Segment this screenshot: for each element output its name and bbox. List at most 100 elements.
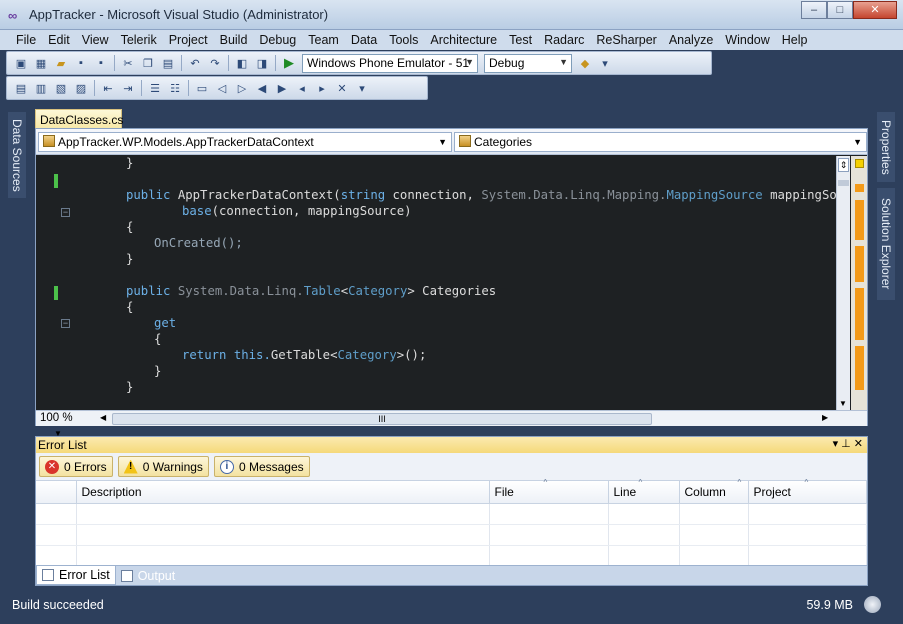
deployment-target-select[interactable]: Windows Phone Emulator - 51 ▼ xyxy=(302,53,478,73)
column-header-description[interactable]: Description xyxy=(76,481,490,504)
parameter-info-icon[interactable]: ▥ xyxy=(33,80,49,96)
column-header-project[interactable]: Project ^ xyxy=(748,478,867,504)
menu-build[interactable]: Build xyxy=(214,33,254,47)
collapse-region-icon[interactable]: − xyxy=(61,208,70,217)
code-line: { xyxy=(154,332,162,346)
output-icon xyxy=(120,569,133,582)
save-icon[interactable]: ▪ xyxy=(73,55,89,71)
column-header-line[interactable]: Line ^ xyxy=(608,478,680,504)
properties-tab[interactable]: Properties xyxy=(877,112,895,182)
comment-out-icon[interactable]: ☰ xyxy=(147,80,163,96)
maximize-button[interactable]: □ xyxy=(827,1,853,19)
document-tab-dataclasses[interactable]: DataClasses.cs xyxy=(35,109,123,129)
error-table: Description File ^ Line ^ Column ^ Project ^ xyxy=(36,478,867,567)
messages-filter-button[interactable]: i0 Messages xyxy=(213,456,310,477)
next-bookmark-folder-icon[interactable]: ▶ xyxy=(274,80,290,96)
solution-explorer-tab[interactable]: Solution Explorer xyxy=(877,188,895,300)
zoom-value: 100 % xyxy=(40,412,73,424)
add-item-icon[interactable]: ▦ xyxy=(33,55,49,71)
column-header-column[interactable]: Column ^ xyxy=(679,478,749,504)
navigate-backward-icon[interactable]: ◧ xyxy=(234,55,250,71)
previous-bookmark-document-icon[interactable]: ◂ xyxy=(294,80,310,96)
menu-architecture[interactable]: Architecture xyxy=(424,33,503,47)
menu-data[interactable]: Data xyxy=(345,33,383,47)
split-editor-icon[interactable]: ⇕ xyxy=(838,158,849,172)
code-line: public AppTrackerDataContext(string conn… xyxy=(126,188,836,202)
warnings-filter-button[interactable]: ! 0 Warnings xyxy=(117,456,209,477)
window-title: AppTracker - Microsoft Visual Studio (Ad… xyxy=(29,7,329,22)
error-icon: ✕ xyxy=(45,459,59,474)
next-bookmark-document-icon[interactable]: ▸ xyxy=(314,80,330,96)
table-row xyxy=(36,524,867,546)
tab-output[interactable]: Output xyxy=(116,566,181,585)
marker-stripe xyxy=(855,200,864,240)
menu-view[interactable]: View xyxy=(76,33,115,47)
column-header-file[interactable]: File ^ xyxy=(489,478,609,504)
menu-team[interactable]: Team xyxy=(302,33,345,47)
column-header-icon[interactable] xyxy=(36,481,77,504)
menu-analyze[interactable]: Analyze xyxy=(663,33,719,47)
data-sources-tab[interactable]: Data Sources xyxy=(8,112,26,198)
menu-resharper[interactable]: ReSharper xyxy=(590,33,662,47)
menu-debug[interactable]: Debug xyxy=(253,33,302,47)
toggle-bookmark-icon[interactable]: ▭ xyxy=(194,80,210,96)
complete-word-icon[interactable]: ▨ xyxy=(73,80,89,96)
code-line: { xyxy=(126,220,134,234)
paste-icon[interactable]: ▤ xyxy=(160,55,176,71)
menu-help[interactable]: Help xyxy=(776,33,814,47)
menu-radarc[interactable]: Radarc xyxy=(538,33,590,47)
navigate-forward-icon[interactable]: ◨ xyxy=(254,55,270,71)
horizontal-scroll-thumb[interactable]: III xyxy=(112,413,652,425)
increase-indent-icon[interactable]: ⇥ xyxy=(120,80,136,96)
toolbar-options-icon[interactable]: ▾ xyxy=(597,55,613,71)
redo-icon[interactable]: ↷ xyxy=(207,55,223,71)
change-marker xyxy=(54,174,58,188)
find-in-files-icon[interactable]: ◆ xyxy=(577,55,593,71)
standard-toolbar: ▣ ▦ ▰ ▪ ▪ ✂ ❐ ▤ ↶ ↷ ◧ ◨ ▶ Windows Phone … xyxy=(6,51,712,75)
minimize-button[interactable]: – xyxy=(801,1,827,19)
tab-error-list[interactable]: Error List xyxy=(36,566,116,585)
close-button[interactable]: ✕ xyxy=(853,1,897,19)
open-folder-icon[interactable]: ▰ xyxy=(53,55,69,71)
save-all-icon[interactable]: ▪ xyxy=(93,55,109,71)
errors-filter-button[interactable]: ✕ 0 Errors xyxy=(39,456,113,477)
member-dropdown[interactable]: Categories ▼ xyxy=(454,132,867,152)
marker-stripe xyxy=(855,288,864,340)
menu-telerik[interactable]: Telerik xyxy=(115,33,163,47)
scroll-down-icon[interactable]: ▼ xyxy=(839,399,847,408)
scroll-thumb[interactable] xyxy=(838,180,849,186)
code-text-area[interactable]: − − } public AppTrackerDataContext(strin… xyxy=(36,156,836,410)
menu-tools[interactable]: Tools xyxy=(383,33,424,47)
menu-edit[interactable]: Edit xyxy=(42,33,76,47)
menu-project[interactable]: Project xyxy=(163,33,214,47)
memory-indicator-icon[interactable] xyxy=(864,596,881,613)
collapse-region-icon[interactable]: − xyxy=(61,319,70,328)
solution-config-select[interactable]: Debug ▼ xyxy=(484,53,572,73)
deployment-target-value: Windows Phone Emulator - 51 xyxy=(307,55,470,70)
new-project-icon[interactable]: ▣ xyxy=(13,55,29,71)
start-debugging-icon[interactable]: ▶ xyxy=(281,55,297,71)
clear-bookmarks-icon[interactable]: ✕ xyxy=(334,80,350,96)
menu-window[interactable]: Window xyxy=(719,33,775,47)
uncomment-icon[interactable]: ☷ xyxy=(167,80,183,96)
chevron-down-icon: ▼ xyxy=(853,137,862,147)
toolbar-options-icon[interactable]: ▾ xyxy=(354,80,370,96)
code-line: get xyxy=(154,316,177,330)
display-object-member-list-icon[interactable]: ▤ xyxy=(13,80,29,96)
panel-window-controls[interactable]: ▾ ⊥ ✕ xyxy=(833,437,863,450)
previous-bookmark-icon[interactable]: ◁ xyxy=(214,80,230,96)
scroll-left-icon[interactable]: ◀ xyxy=(100,413,106,422)
copy-icon[interactable]: ❐ xyxy=(140,55,156,71)
next-bookmark-icon[interactable]: ▷ xyxy=(234,80,250,96)
type-dropdown[interactable]: AppTracker.WP.Models.AppTrackerDataConte… xyxy=(38,132,452,152)
decrease-indent-icon[interactable]: ⇤ xyxy=(100,80,116,96)
cut-icon[interactable]: ✂ xyxy=(120,55,136,71)
quick-info-icon[interactable]: ▧ xyxy=(53,80,69,96)
resharper-marker-bar[interactable] xyxy=(851,156,867,410)
undo-icon[interactable]: ↶ xyxy=(187,55,203,71)
menu-test[interactable]: Test xyxy=(503,33,538,47)
previous-bookmark-folder-icon[interactable]: ◀ xyxy=(254,80,270,96)
scroll-right-icon[interactable]: ▶ xyxy=(822,413,828,422)
vertical-scrollbar[interactable]: ⇕ ▼ xyxy=(836,156,850,410)
menu-file[interactable]: File xyxy=(10,33,42,47)
